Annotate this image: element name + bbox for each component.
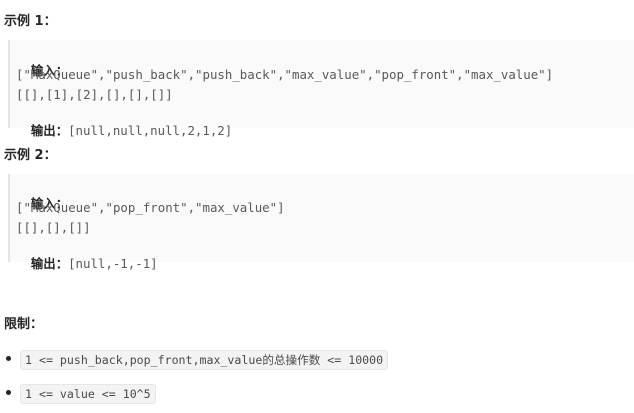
bullet-icon — [6, 390, 11, 395]
example-1-heading: 示例 1： — [4, 14, 57, 29]
example-2-output-line: 输出：[null,-1,-1] — [16, 240, 158, 272]
example-2-heading: 示例 2： — [4, 148, 57, 163]
limits-heading: 限制： — [4, 317, 44, 332]
limit-item: 1 <= value <= 10^5 — [20, 384, 156, 404]
example-1-output-line: 输出：[null,null,null,2,1,2] — [16, 107, 232, 139]
example-1-args: [[],[1],[2],[],[],[]] — [16, 87, 173, 102]
example-1-ops: ["MaxQueue","push_back","push_back","max… — [16, 67, 554, 82]
limit-item: 1 <= push_back,pop_front,max_value的总操作数 … — [20, 350, 389, 370]
example-1-output: [null,null,null,2,1,2] — [68, 123, 233, 138]
example-2-output-label: 输出： — [30, 256, 69, 271]
example-1-output-label: 输出： — [30, 123, 69, 138]
bullet-icon — [6, 356, 11, 361]
example-2-args: [[],[],[]] — [16, 220, 91, 235]
example-2-output: [null,-1,-1] — [68, 256, 158, 271]
example-2-ops: ["MaxQueue","pop_front","max_value"] — [16, 200, 285, 215]
